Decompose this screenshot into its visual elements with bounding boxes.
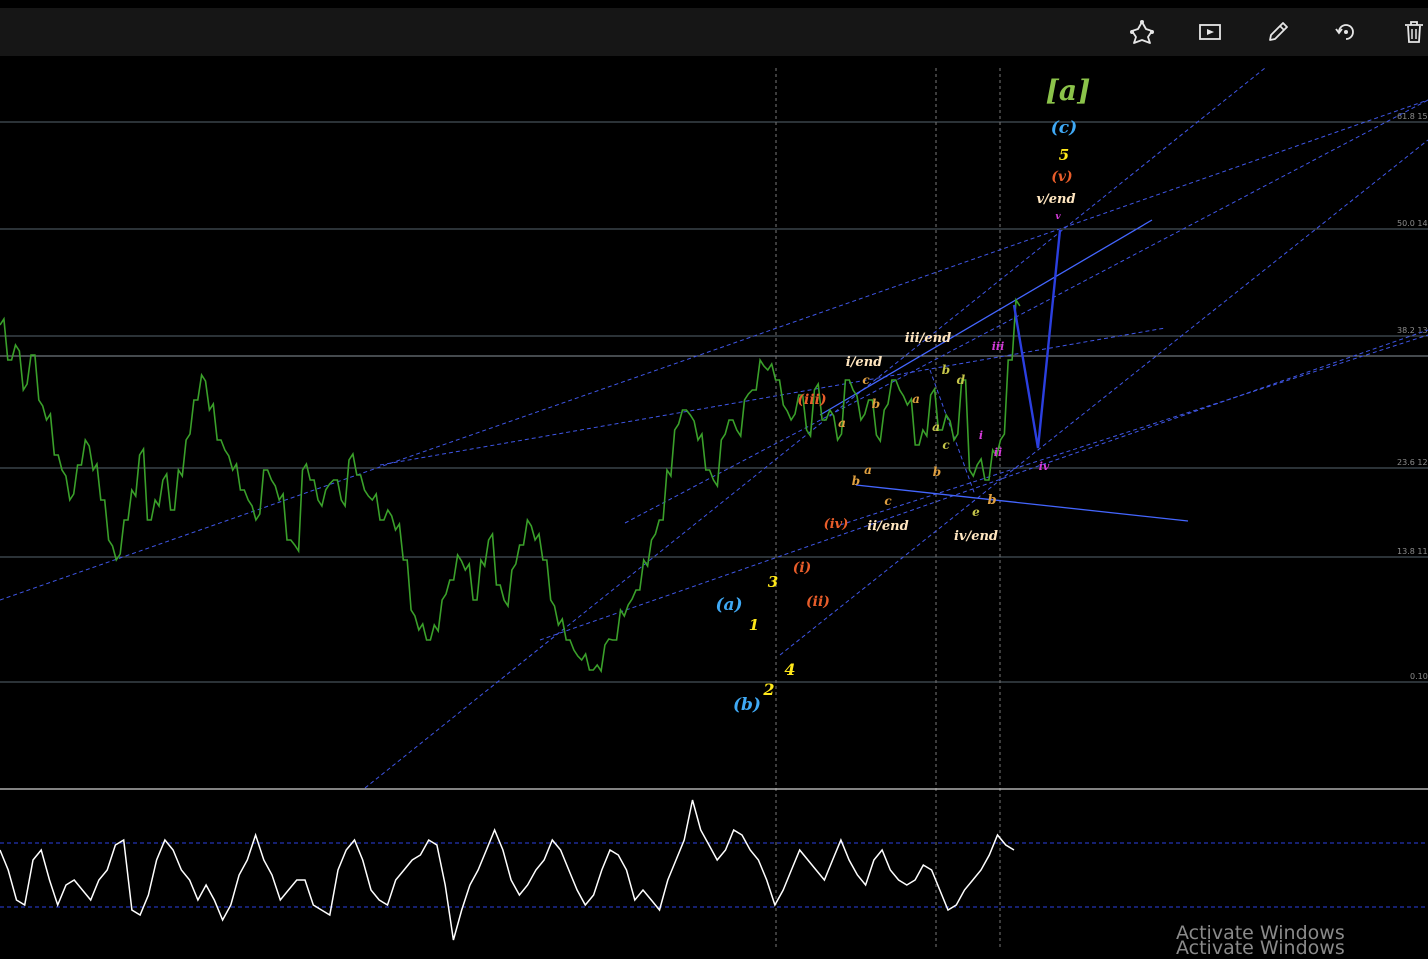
wave-label: 1 — [749, 616, 759, 634]
wave-label: b — [942, 363, 950, 377]
replay-icon[interactable] — [1196, 18, 1224, 46]
wave-label: d — [957, 373, 966, 387]
wave-label: c — [884, 494, 892, 508]
wave-label: a — [864, 463, 872, 477]
wave-label: [a] — [1046, 74, 1091, 107]
wave-label: b — [933, 465, 941, 479]
fib-label: 13.8 11 — [1397, 547, 1428, 556]
channel-upper — [819, 219, 1153, 416]
trend-line — [364, 67, 1266, 789]
wave-label: ii/end — [867, 519, 908, 534]
pencil-icon[interactable] — [1264, 18, 1292, 46]
wave-label: (v) — [1051, 169, 1072, 185]
wave-label: 4 — [784, 660, 795, 679]
wave-label: iv — [1039, 460, 1050, 473]
fib-label: 0.10 — [1410, 672, 1428, 681]
wave-label: e — [972, 505, 980, 519]
wave-label: (a) — [715, 595, 742, 615]
wave-label: v/end — [1036, 192, 1075, 207]
trend-line — [624, 99, 1428, 524]
wave-label: c — [942, 438, 950, 452]
fib-label: 38.2 13 — [1397, 326, 1428, 335]
trend-line — [839, 334, 1428, 526]
chart-toolbar — [0, 8, 1428, 56]
wave-label: c — [862, 373, 870, 387]
wave-label: iv/end — [954, 529, 998, 544]
trend-line — [0, 99, 1428, 601]
wave-label: (b) — [733, 695, 761, 715]
elliott-wave-chart: 61.8 15 50.0 14 38.2 13 23.6 12 13.8 11 … — [0, 67, 1428, 948]
wave-label: b — [852, 474, 860, 488]
wave-label: a — [912, 392, 920, 406]
wave-label: (iv) — [824, 517, 849, 532]
wave-label: a — [838, 416, 846, 430]
trash-icon[interactable] — [1400, 18, 1428, 46]
rotate-icon[interactable] — [1332, 18, 1360, 46]
wave-label: v — [1055, 212, 1061, 222]
fib-label: 61.8 15 — [1397, 112, 1428, 121]
wave-label: i/end — [846, 355, 883, 370]
watermark: Activate Windows — [1176, 922, 1345, 944]
fib-label: 50.0 14 — [1397, 219, 1428, 228]
wave-label: (i) — [793, 560, 812, 576]
wave-label: b — [872, 397, 880, 411]
wave-label: ii — [994, 446, 1002, 459]
wave-label: i — [979, 429, 983, 442]
wave-label: 3 — [768, 573, 778, 591]
fib-label: 23.6 12 — [1397, 458, 1428, 467]
wave-label: iii/end — [905, 331, 951, 346]
wave-label: (iii) — [797, 392, 826, 408]
time-markers — [775, 68, 1001, 948]
wave-label: (ii) — [806, 594, 830, 610]
fib-levels: 61.8 15 50.0 14 38.2 13 23.6 12 13.8 11 … — [0, 112, 1428, 683]
wave-label: a — [932, 420, 940, 434]
top-band — [0, 0, 1428, 8]
oscillator-series-line — [0, 799, 1015, 941]
wave-label: iii — [992, 340, 1005, 353]
trend-line — [539, 329, 1428, 641]
channel-lower — [855, 484, 1189, 522]
wave-label: 5 — [1059, 146, 1069, 164]
wave-label: b — [987, 493, 996, 508]
trend-lines — [0, 67, 1428, 789]
wave-label: 2 — [762, 680, 774, 699]
channel-lines — [819, 219, 1189, 522]
wave-label: (c) — [1051, 118, 1077, 138]
shapes-icon[interactable] — [1128, 18, 1156, 46]
